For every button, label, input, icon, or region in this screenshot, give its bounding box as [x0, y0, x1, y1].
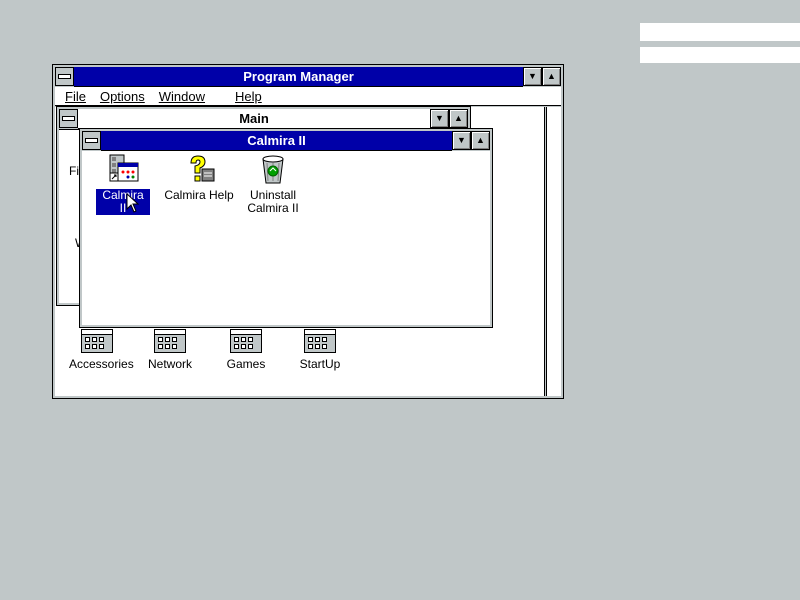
minimize-arrow-icon: ▼: [435, 113, 444, 123]
menu-window[interactable]: Window: [153, 89, 213, 104]
program-label-calmira-help: Calmira Help: [164, 188, 234, 202]
program-group-icon: [154, 329, 186, 353]
program-manager-maximize-button[interactable]: ▲: [542, 67, 561, 86]
main-system-menu-button[interactable]: [59, 109, 78, 128]
maximize-arrow-icon: ▲: [547, 71, 556, 81]
calmira-maximize-button[interactable]: ▲: [471, 131, 490, 150]
program-group-icon: [304, 329, 336, 353]
calmira-app-icon: [109, 154, 139, 182]
program-manager-menubar: File Options Window Help: [55, 87, 561, 106]
group-label-network: Network: [147, 357, 192, 371]
program-item-calmira[interactable]: Calmira II: [96, 153, 150, 215]
help-question-icon: [190, 155, 215, 182]
group-label-games: Games: [226, 357, 266, 371]
desktop-strip-top: [640, 23, 800, 41]
main-titlebar[interactable]: Main: [78, 109, 430, 129]
menu-help[interactable]: Help: [213, 89, 270, 104]
recycle-bin-icon: [262, 155, 284, 184]
menu-options[interactable]: Options: [94, 89, 153, 104]
program-manager-right-border: [546, 107, 561, 396]
program-manager-title: Program Manager: [243, 69, 354, 84]
program-label-uninstall-calmira: Uninstall Calmira II: [247, 188, 299, 215]
calmira-minimize-button[interactable]: ▼: [452, 131, 471, 150]
calmira-title: Calmira II: [247, 133, 306, 148]
main-title: Main: [239, 111, 269, 126]
program-group-icon: [81, 329, 113, 353]
minimize-arrow-icon: ▼: [528, 71, 537, 81]
program-item-calmira-help[interactable]: Calmira Help: [162, 153, 236, 202]
main-partial-label-1: Fi: [69, 164, 79, 178]
calmira-system-menu-button[interactable]: [82, 131, 101, 150]
program-manager-titlebar[interactable]: Program Manager: [74, 67, 523, 87]
main-minimize-button[interactable]: ▼: [430, 109, 449, 128]
calmira-titlebar[interactable]: Calmira II: [101, 131, 452, 151]
group-label-startup: StartUp: [299, 357, 341, 371]
group-icon-accessories[interactable]: Accessories: [69, 329, 134, 371]
main-maximize-button[interactable]: ▲: [449, 109, 468, 128]
calmira-client-area: Calmira II Calmira Help Uninstall Calmir…: [82, 151, 490, 325]
program-manager-minimize-button[interactable]: ▼: [523, 67, 542, 86]
calmira-group-window[interactable]: Calmira II ▼ ▲ Calmira II Calmira Help U…: [79, 128, 493, 328]
menu-file[interactable]: File: [55, 89, 94, 104]
group-label-accessories: Accessories: [69, 357, 134, 371]
mouse-pointer-icon: [126, 193, 140, 213]
desktop-strip-bottom: [640, 47, 800, 63]
group-icon-games[interactable]: Games: [223, 329, 269, 371]
program-manager-system-menu-button[interactable]: [55, 67, 74, 86]
maximize-arrow-icon: ▲: [476, 135, 485, 145]
minimize-arrow-icon: ▼: [457, 135, 466, 145]
group-icon-network[interactable]: Network: [147, 329, 193, 371]
group-icon-startup[interactable]: StartUp: [297, 329, 343, 371]
program-label-calmira: Calmira II: [96, 189, 150, 215]
program-group-icon: [230, 329, 262, 353]
program-item-uninstall-calmira[interactable]: Uninstall Calmira II: [242, 153, 304, 215]
maximize-arrow-icon: ▲: [454, 113, 463, 123]
